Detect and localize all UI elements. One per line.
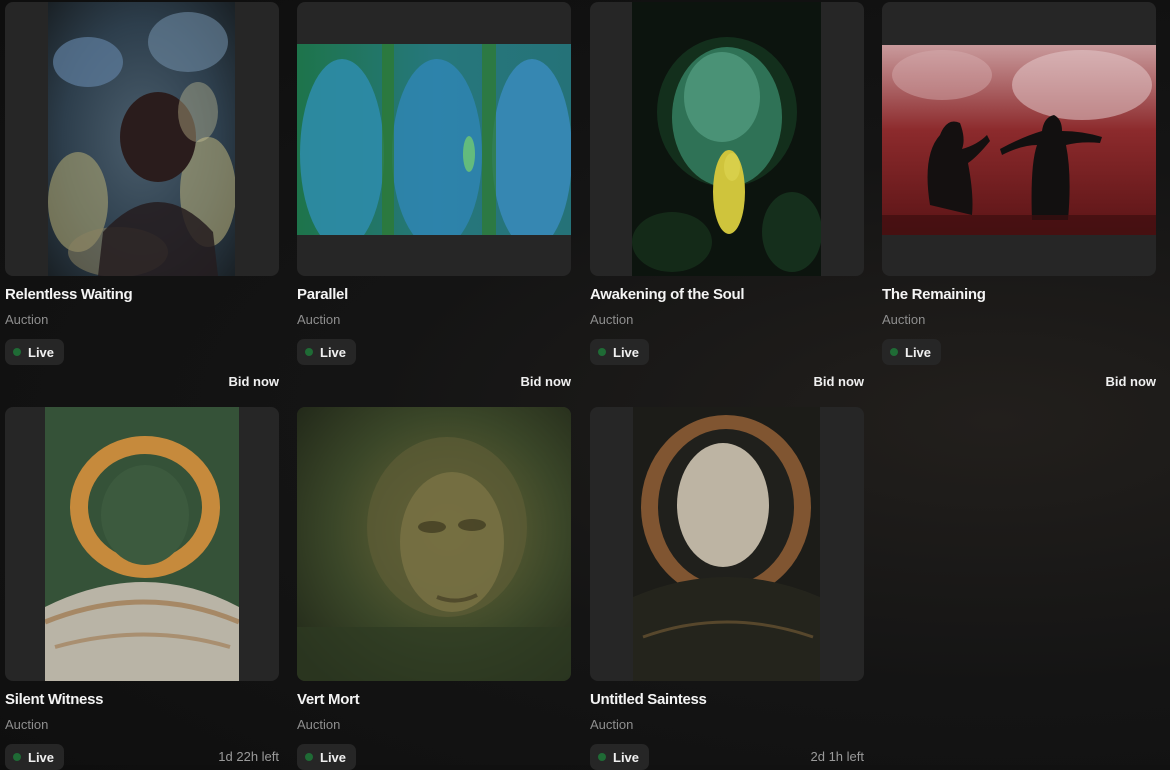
bid-now-link[interactable]: Bid now [1105,374,1156,389]
artwork-image [632,2,821,276]
live-dot-icon [305,348,313,356]
artwork-thumbnail[interactable] [590,407,864,681]
artwork-card[interactable]: Silent Witness Auction Live 1d 22h left [5,407,279,770]
sale-type: Auction [297,312,341,327]
status-badge: Live [882,339,942,365]
live-dot-icon [13,753,21,761]
artwork-card[interactable]: Awakening of the Soul Auction Live Bid n… [590,2,864,389]
artwork-image [45,407,239,681]
artwork-card[interactable]: Relentless Waiting Auction Live Bid now [5,2,279,389]
artwork-thumbnail[interactable] [590,2,864,276]
artwork-thumbnail[interactable] [297,2,571,276]
artwork-card[interactable]: Parallel Auction Live Bid now [297,2,571,389]
artwork-thumbnail[interactable] [5,407,279,681]
artwork-card[interactable]: Vert Mort Auction Live [297,407,571,770]
time-left: 2d 1h left [810,749,865,764]
artwork-thumbnail[interactable] [297,407,571,681]
live-dot-icon [598,348,606,356]
status-badge: Live [297,339,357,365]
bid-now-link[interactable]: Bid now [813,374,864,389]
artwork-image [297,407,571,681]
status-label: Live [320,344,347,360]
status-badge: Live [5,744,65,770]
time-left: 1d 22h left [218,749,279,764]
artwork-title[interactable]: Parallel [297,286,348,303]
artwork-card[interactable]: Untitled Saintess Auction Live 2d 1h lef… [590,407,864,770]
artwork-thumbnail[interactable] [882,2,1156,276]
artwork-title[interactable]: Untitled Saintess [590,691,707,708]
live-dot-icon [890,348,898,356]
artwork-thumbnail[interactable] [5,2,279,276]
sale-type: Auction [882,312,926,327]
sale-type: Auction [590,717,634,732]
sale-type: Auction [297,717,341,732]
artwork-card[interactable]: The Remaining Auction Live Bid now [882,2,1156,389]
status-label: Live [613,749,640,765]
status-badge: Live [590,339,650,365]
live-dot-icon [598,753,606,761]
artwork-title[interactable]: Awakening of the Soul [590,286,745,303]
live-dot-icon [305,753,313,761]
artwork-title[interactable]: Silent Witness [5,691,103,708]
sale-type: Auction [5,312,49,327]
status-label: Live [28,749,55,765]
artwork-title[interactable]: Relentless Waiting [5,286,133,303]
live-dot-icon [13,348,21,356]
status-label: Live [613,344,640,360]
artwork-title[interactable]: The Remaining [882,286,986,303]
artwork-title[interactable]: Vert Mort [297,691,360,708]
status-badge: Live [590,744,650,770]
status-badge: Live [5,339,65,365]
bid-now-link[interactable]: Bid now [520,374,571,389]
status-label: Live [905,344,932,360]
status-label: Live [28,344,55,360]
sale-type: Auction [5,717,49,732]
sale-type: Auction [590,312,634,327]
bid-now-link[interactable]: Bid now [228,374,279,389]
artwork-image [882,45,1156,235]
status-badge: Live [297,744,357,770]
artwork-image [297,44,571,235]
artwork-image [633,407,820,681]
artwork-image [48,2,235,276]
status-label: Live [320,749,347,765]
